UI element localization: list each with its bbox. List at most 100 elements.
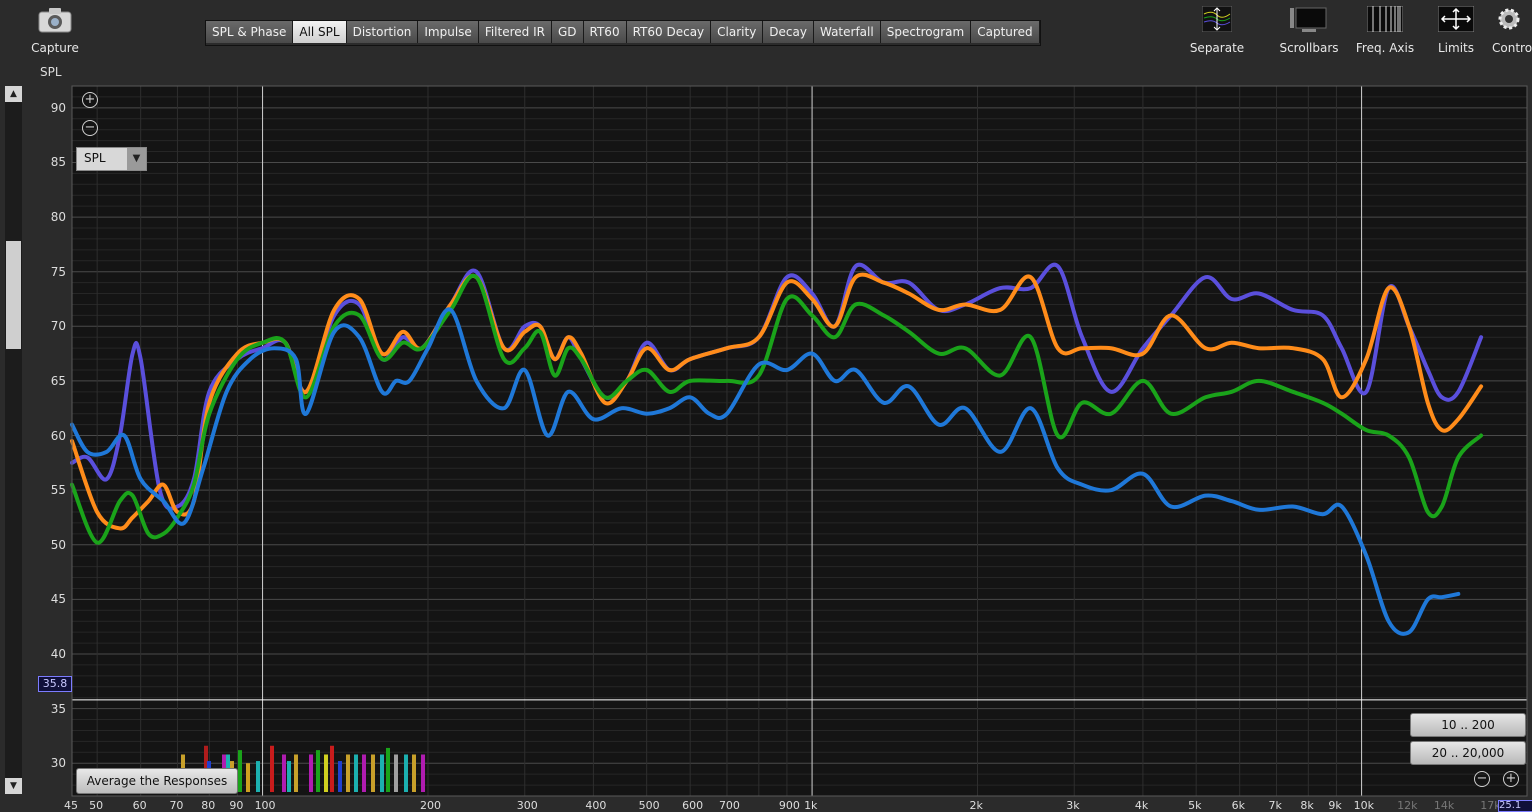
- range-10-200-button[interactable]: 10 .. 200: [1410, 713, 1526, 737]
- x-tick-label: 8k: [1300, 799, 1314, 812]
- tab-impulse[interactable]: Impulse: [418, 21, 479, 43]
- y-tick-label: 35: [50, 701, 66, 716]
- controls-button[interactable]: Contro: [1490, 5, 1532, 55]
- limits-button[interactable]: Limits: [1434, 5, 1478, 55]
- histogram-bar: [282, 754, 286, 792]
- histogram-bar: [386, 747, 390, 792]
- histogram-bar: [362, 754, 366, 792]
- histogram-bar: [330, 745, 334, 792]
- histogram-bar: [270, 745, 274, 792]
- freq-axis-button[interactable]: Freq. Axis: [1352, 5, 1418, 55]
- histogram-bar: [421, 754, 425, 792]
- tab-waterfall[interactable]: Waterfall: [813, 21, 881, 43]
- spl-dropdown-value: SPL: [84, 151, 106, 165]
- range-20-20000-button[interactable]: 20 .. 20,000: [1410, 741, 1526, 765]
- separate-button[interactable]: Separate: [1186, 5, 1248, 55]
- tab-gd[interactable]: GD: [551, 21, 584, 43]
- tab-rt60-decay[interactable]: RT60 Decay: [626, 21, 712, 43]
- spl-chart[interactable]: [0, 80, 1532, 809]
- y-tick-label: 75: [50, 264, 66, 279]
- x-tick-label: 50: [89, 799, 104, 812]
- x-tick-label: 90: [229, 799, 244, 812]
- histogram-bar: [246, 763, 250, 792]
- x-tick-label: 70: [169, 799, 184, 812]
- y-tick-label: 90: [50, 100, 66, 115]
- x-tick-label: 300: [516, 799, 538, 812]
- tab-distortion[interactable]: Distortion: [346, 21, 419, 43]
- histogram-bar: [380, 754, 384, 792]
- capture-button[interactable]: Capture: [20, 4, 90, 64]
- x-tick-label: 60: [132, 799, 147, 812]
- x-tick-label: 500: [638, 799, 660, 812]
- histogram-bar: [394, 754, 398, 792]
- y-tick-label: 50: [50, 537, 66, 552]
- histogram-bar: [256, 761, 260, 792]
- x-tick-label: 700: [718, 799, 740, 812]
- zoom-in-x-icon[interactable]: +: [1503, 771, 1519, 787]
- x-tick-label: 3k: [1066, 799, 1080, 812]
- tab-spl-phase[interactable]: SPL & Phase: [206, 21, 294, 43]
- scrollbars-icon: [1290, 7, 1327, 32]
- tab-clarity[interactable]: Clarity: [711, 21, 764, 43]
- spl-dropdown[interactable]: SPL ▼: [76, 147, 147, 171]
- zoom-out-x-icon[interactable]: −: [1474, 771, 1490, 787]
- freq-axis-icon: [1367, 6, 1403, 32]
- x-tick-label: 10k: [1353, 799, 1374, 812]
- histogram-bar: [354, 754, 358, 792]
- limits-label: Limits: [1438, 41, 1474, 55]
- tab-rt60[interactable]: RT60: [583, 21, 627, 43]
- x-tick-label: 600: [682, 799, 704, 812]
- y-tick-label: 55: [50, 483, 66, 498]
- toolbar: Capture SPL & Phase All SPL Distortion Impu…: [0, 0, 1532, 80]
- chevron-down-icon: ▼: [127, 148, 146, 170]
- x-tick-label: 9k: [1328, 799, 1342, 812]
- x-tick-label: 5k: [1188, 799, 1202, 812]
- capture-label: Capture: [31, 41, 79, 55]
- histogram-bar: [238, 750, 242, 792]
- x-tick-label: 900: [778, 799, 800, 812]
- tab-captured[interactable]: Captured: [971, 21, 1040, 43]
- histogram-bar: [346, 754, 350, 792]
- x-tick-label: 2k: [969, 799, 983, 812]
- histogram-bar: [316, 750, 320, 792]
- cursor-x-readout: 25.1: [1498, 800, 1532, 812]
- average-responses-button[interactable]: Average the Responses: [76, 768, 238, 794]
- x-tick-label: 45: [64, 799, 78, 812]
- histogram-bar: [294, 754, 298, 792]
- tab-decay[interactable]: Decay: [763, 21, 814, 43]
- tab-spectrogram[interactable]: Spectrogram: [880, 21, 972, 43]
- y-tick-label: 45: [50, 592, 66, 607]
- view-tabs: SPL & Phase All SPL Distortion Impulse Filte…: [205, 20, 1041, 46]
- y-tick-label: 30: [50, 756, 66, 771]
- scrollbars-label: Scrollbars: [1279, 41, 1339, 55]
- y-tick-label: 85: [50, 155, 66, 170]
- separate-label: Separate: [1189, 41, 1245, 55]
- x-tick-label: 200: [419, 799, 441, 812]
- histogram-bar: [412, 754, 416, 792]
- x-tick-label: 4k: [1134, 799, 1149, 812]
- x-tick-label: 400: [585, 799, 607, 812]
- tab-filtered-ir[interactable]: Filtered IR: [478, 21, 552, 43]
- zoom-out-icon[interactable]: −: [82, 120, 98, 136]
- x-tick-label: 7k: [1268, 799, 1282, 812]
- separate-icon: [1202, 6, 1232, 32]
- histogram-bar: [371, 754, 375, 792]
- x-tick-label: 14k: [1433, 799, 1455, 812]
- histogram-bar: [287, 761, 291, 792]
- limits-icon: [1438, 6, 1474, 32]
- scrollbars-button[interactable]: Scrollbars: [1277, 5, 1341, 55]
- camera-icon: [38, 8, 72, 33]
- cursor-y-readout: 35.8: [38, 676, 72, 692]
- controls-label: Contro: [1492, 41, 1532, 55]
- x-tick-label: 1k: [804, 799, 818, 812]
- zoom-in-icon[interactable]: +: [82, 92, 98, 108]
- histogram-bar: [338, 761, 342, 792]
- histogram-bar: [309, 754, 313, 792]
- histogram-bar: [404, 754, 408, 792]
- x-tick-label: 100: [254, 799, 276, 812]
- gear-icon: [1498, 8, 1520, 30]
- tab-all-spl[interactable]: All SPL: [293, 21, 347, 43]
- x-tick-label: 80: [201, 799, 216, 812]
- x-tick-label: 12k: [1397, 799, 1418, 812]
- x-tick-label: 6k: [1231, 799, 1246, 812]
